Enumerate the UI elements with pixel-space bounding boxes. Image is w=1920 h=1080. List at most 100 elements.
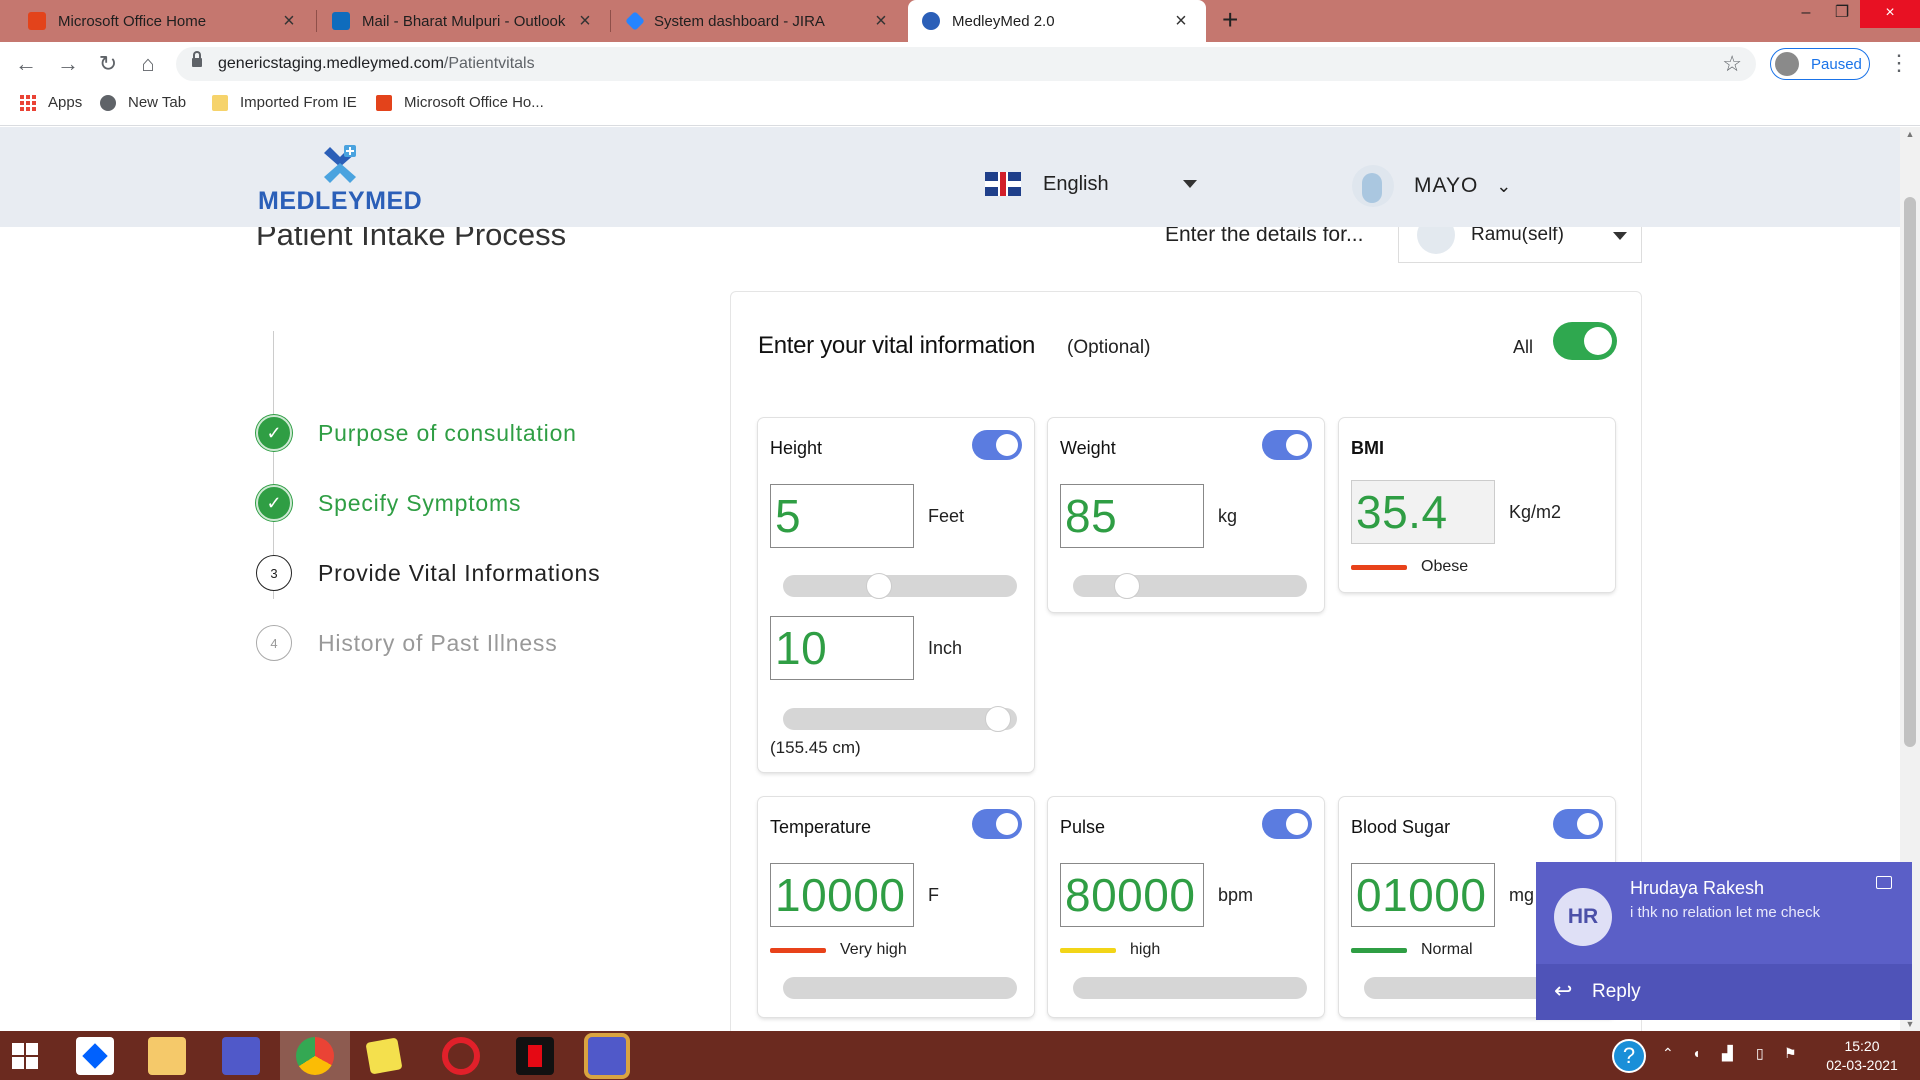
teams-icon[interactable]: [222, 1037, 260, 1075]
user-menu[interactable]: MAYO ⌄: [1352, 165, 1512, 207]
temperature-slider[interactable]: [783, 977, 1017, 999]
new-tab-button[interactable]: +: [1222, 4, 1238, 36]
bookmark-office[interactable]: Microsoft Office Ho...: [376, 94, 544, 111]
weight-label: Weight: [1060, 438, 1116, 458]
netflix-icon[interactable]: [516, 1037, 554, 1075]
profile-button[interactable]: Paused: [1770, 48, 1870, 80]
tab-jira[interactable]: System dashboard - JIRA ×: [614, 0, 906, 42]
url-text[interactable]: genericstaging.medleymed.com/Patientvita…: [218, 55, 535, 73]
height-inch-input[interactable]: 10: [770, 616, 914, 680]
bmi-status: Obese: [1351, 558, 1468, 576]
sender-avatar: HR: [1554, 888, 1612, 946]
all-vitals-toggle[interactable]: [1553, 322, 1617, 360]
chrome-icon[interactable]: [296, 1037, 334, 1075]
network-icon[interactable]: ▟: [1722, 1045, 1733, 1062]
language-label: English: [1043, 172, 1109, 195]
chevron-up-icon[interactable]: ⌃: [1662, 1045, 1674, 1062]
system-clock[interactable]: 15:20 02-03-2021: [1818, 1037, 1906, 1075]
chat-notification[interactable]: HR Hrudaya Rakesh i thk no relation let …: [1536, 862, 1912, 1020]
scrollbar-thumb[interactable]: [1904, 197, 1916, 747]
file-explorer-icon[interactable]: [148, 1037, 186, 1075]
bookmark-imported[interactable]: Imported From IE: [212, 94, 357, 111]
blood-sugar-input[interactable]: 01000: [1351, 863, 1495, 927]
temperature-input[interactable]: 10000: [770, 863, 914, 927]
bookmark-label: New Tab: [128, 94, 187, 111]
height-inch-slider[interactable]: [783, 706, 1017, 732]
slider-thumb[interactable]: [865, 573, 892, 599]
sticky-notes-icon[interactable]: [365, 1037, 403, 1075]
close-tab-icon[interactable]: ×: [574, 10, 596, 33]
all-toggle-label: All: [1513, 337, 1534, 357]
language-selector[interactable]: English: [985, 172, 1197, 196]
forward-icon[interactable]: →: [52, 48, 84, 80]
step-history[interactable]: 4 History of Past Illness: [256, 623, 558, 663]
battery-icon[interactable]: ▯: [1756, 1045, 1764, 1062]
reply-label: Reply: [1592, 981, 1641, 1002]
volume-icon[interactable]: ◖: [1692, 1045, 1700, 1061]
windows-start-icon[interactable]: [12, 1043, 38, 1069]
tab-title: Mail - Bharat Mulpuri - Outlook: [362, 12, 566, 30]
scroll-down-icon[interactable]: ▼: [1904, 1019, 1916, 1029]
folder-icon: [212, 94, 228, 111]
home-icon[interactable]: ⌂: [132, 48, 164, 80]
temperature-toggle[interactable]: [972, 809, 1022, 839]
tab-divider: [610, 10, 611, 32]
slider-thumb[interactable]: [1113, 573, 1140, 599]
pulse-slider[interactable]: [1073, 977, 1307, 999]
step-number: 4: [256, 625, 292, 661]
logo-wordmark: MEDLEYMED: [258, 187, 423, 215]
close-tab-icon[interactable]: ×: [1170, 10, 1192, 33]
scroll-up-icon[interactable]: ▲: [1904, 129, 1916, 139]
height-feet-slider[interactable]: [783, 573, 1017, 599]
bookmark-apps[interactable]: Apps: [20, 94, 82, 111]
vitals-title: Enter your vital information: [758, 332, 1036, 359]
status-bar: [770, 947, 826, 953]
tab-office-home[interactable]: Microsoft Office Home ×: [14, 0, 314, 42]
reply-button[interactable]: ↩ Reply: [1536, 964, 1912, 1020]
address-bar[interactable]: genericstaging.medleymed.com/Patientvita…: [176, 47, 1756, 81]
tab-outlook-mail[interactable]: Mail - Bharat Mulpuri - Outlook ×: [318, 0, 610, 42]
slider-thumb[interactable]: [985, 706, 1012, 732]
sender-name: Hrudaya Rakesh: [1630, 878, 1765, 898]
status-bar: [1060, 947, 1116, 953]
close-tab-icon[interactable]: ×: [870, 10, 892, 33]
medleymed-logo[interactable]: MEDLEYMED: [258, 145, 428, 215]
profile-status: Paused: [1811, 55, 1862, 73]
menu-icon[interactable]: ⋮: [1888, 50, 1910, 76]
height-feet-input[interactable]: 5: [770, 484, 914, 548]
bookmark-new-tab[interactable]: New Tab: [100, 94, 186, 111]
jira-icon: [625, 11, 645, 31]
step-vitals[interactable]: 3 Provide Vital Informations: [256, 553, 600, 593]
status-bar: [1351, 947, 1407, 953]
dropbox-icon[interactable]: [76, 1037, 114, 1075]
step-purpose[interactable]: ✓ Purpose of consultation: [256, 413, 577, 453]
weight-input[interactable]: 85: [1060, 484, 1204, 548]
step-symptoms[interactable]: ✓ Specify Symptoms: [256, 483, 521, 523]
close-window-button[interactable]: ×: [1860, 0, 1920, 28]
close-tab-icon[interactable]: ×: [278, 10, 300, 33]
pulse-toggle[interactable]: [1262, 809, 1312, 839]
pulse-input[interactable]: 80000: [1060, 863, 1204, 927]
blood-sugar-toggle[interactable]: [1553, 809, 1603, 839]
lock-icon: [192, 51, 202, 68]
outlook-icon: [332, 12, 350, 30]
optional-label: (Optional): [1067, 337, 1151, 358]
opera-icon[interactable]: [442, 1037, 480, 1075]
tab-divider: [316, 10, 317, 32]
tab-medleymed[interactable]: MedleyMed 2.0 ×: [908, 0, 1206, 42]
flag-icon[interactable]: ⚑: [1784, 1045, 1797, 1062]
weight-toggle[interactable]: [1262, 430, 1312, 460]
back-icon[interactable]: ←: [10, 48, 42, 80]
restore-button[interactable]: ❐: [1822, 0, 1862, 28]
minimize-button[interactable]: –: [1786, 0, 1826, 28]
bmi-label: BMI: [1351, 438, 1384, 458]
teams-notification-icon[interactable]: [588, 1037, 626, 1075]
chat-icon[interactable]: [1876, 876, 1892, 889]
bookmark-star-icon[interactable]: ☆: [1722, 51, 1742, 77]
help-icon[interactable]: ?: [1612, 1039, 1646, 1073]
globe-icon: [100, 94, 116, 111]
reload-icon[interactable]: ↻: [92, 48, 124, 80]
weight-slider[interactable]: [1073, 573, 1307, 599]
pulse-unit: bpm: [1218, 885, 1254, 905]
height-toggle[interactable]: [972, 430, 1022, 460]
